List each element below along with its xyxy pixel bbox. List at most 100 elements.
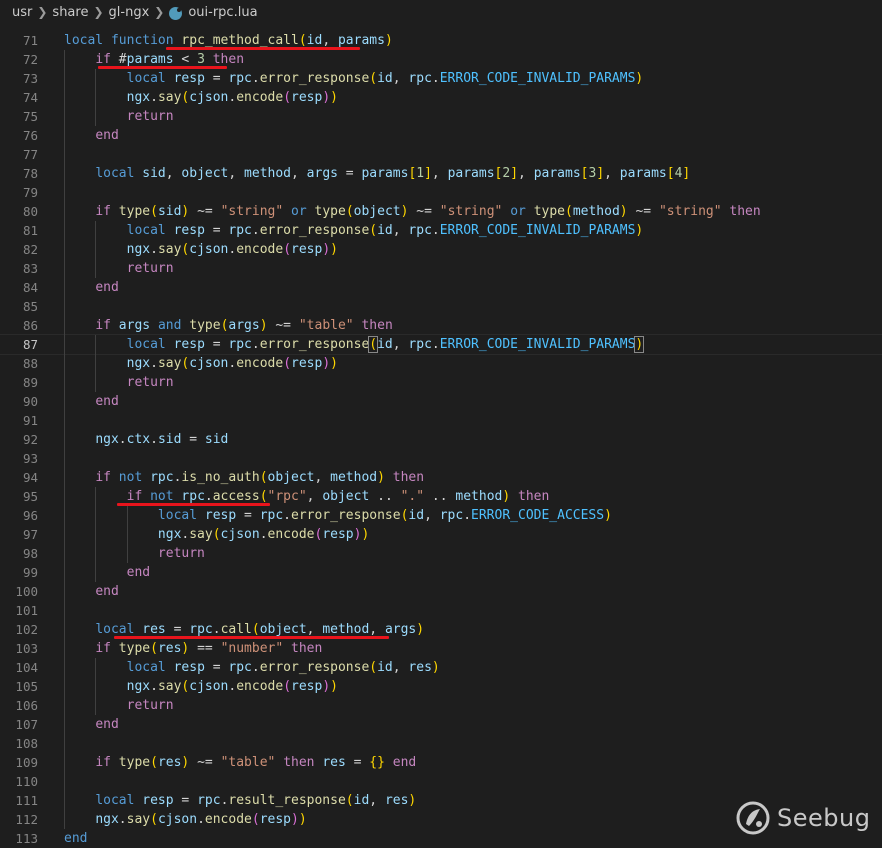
code-line[interactable]: 92 ngx.ctx.sid = sid	[0, 430, 882, 449]
code-token: rpc	[228, 660, 252, 675]
code-token: (	[368, 336, 379, 353]
code-line[interactable]: 110	[0, 772, 882, 791]
breadcrumb-item-file[interactable]: oui-rpc.lua	[188, 5, 257, 20]
code-line[interactable]: 98 return	[0, 544, 882, 563]
code-line[interactable]: 89 return	[0, 373, 882, 392]
code-token: .	[431, 223, 440, 238]
code-token: type	[314, 204, 346, 219]
code-text: return	[64, 544, 205, 563]
code-line[interactable]: 73 local resp = rpc.error_response(id, r…	[0, 69, 882, 88]
code-text: ngx.say(cjson.encode(resp))	[64, 240, 338, 259]
code-token: sid	[157, 204, 182, 219]
code-line[interactable]: 76 end	[0, 126, 882, 145]
code-line[interactable]: 93	[0, 449, 882, 468]
code-line[interactable]: 80 if type(sid) ~= "string" or type(obje…	[0, 202, 882, 221]
code-line[interactable]: 75 return	[0, 107, 882, 126]
code-text: end	[64, 563, 150, 582]
code-token: ]	[596, 166, 605, 181]
code-line[interactable]: 71 local function rpc_method_call(id, par…	[0, 31, 882, 50]
code-text: end	[64, 392, 118, 411]
code-token: say	[157, 679, 182, 694]
code-line[interactable]: 79	[0, 183, 882, 202]
code-text: if type(sid) ~= "string" or type(object)…	[64, 202, 760, 221]
code-token: ,	[306, 489, 323, 504]
code-text: local sid, object, method, args = params…	[64, 164, 690, 183]
breadcrumb-item-gl-ngx[interactable]: gl-ngx	[109, 5, 150, 20]
code-line[interactable]: 83 return	[0, 259, 882, 278]
breadcrumb-item-share[interactable]: share	[52, 5, 88, 20]
code-line[interactable]: 100 end	[0, 582, 882, 601]
code-token: id	[408, 508, 425, 523]
code-token: resp	[291, 242, 323, 257]
code-token: args	[228, 318, 260, 333]
code-token: rpc	[197, 793, 221, 808]
code-token: [	[666, 166, 675, 181]
code-token: )	[634, 336, 645, 353]
code-line[interactable]: 104 local resp = rpc.error_response(id, …	[0, 658, 882, 677]
code-line[interactable]: 88 ngx.say(cjson.encode(resp))	[0, 354, 882, 373]
code-token: "table"	[298, 318, 354, 333]
breadcrumb-item-usr[interactable]: usr	[12, 5, 32, 20]
code-token: error_response	[259, 660, 370, 675]
line-number: 89	[22, 375, 38, 390]
code-line[interactable]: 101	[0, 601, 882, 620]
code-token: resp	[322, 527, 354, 542]
code-token: rpc	[228, 71, 252, 86]
code-token: "number"	[220, 641, 284, 656]
code-line[interactable]: 82 ngx.say(cjson.encode(resp))	[0, 240, 882, 259]
code-line[interactable]: 105 ngx.say(cjson.encode(resp))	[0, 677, 882, 696]
code-line[interactable]: 106 return	[0, 696, 882, 715]
code-line[interactable]: 97 ngx.say(cjson.encode(resp))	[0, 525, 882, 544]
code-line[interactable]: 86 if args and type(args) ~= "table" the…	[0, 316, 882, 335]
code-text: end	[64, 829, 87, 848]
code-line[interactable]: 87 local resp = rpc.error_response(id, r…	[0, 334, 882, 355]
code-line[interactable]: 109 if type(res) ~= "table" then res = {…	[0, 753, 882, 772]
code-line[interactable]: 99 end	[0, 563, 882, 582]
code-token: end	[95, 280, 119, 295]
code-token: (	[283, 356, 292, 371]
code-token: )	[635, 71, 644, 86]
code-token: rpc	[408, 337, 432, 352]
code-editor[interactable]: 71 local function rpc_method_call(id, par…	[0, 24, 882, 847]
line-number: 100	[15, 584, 38, 599]
code-token: rpc	[439, 508, 464, 523]
code-line[interactable]: 90 end	[0, 392, 882, 411]
line-number: 77	[22, 147, 38, 162]
code-token: ,	[314, 470, 331, 485]
code-token: error_response	[291, 508, 401, 523]
code-token: (	[345, 204, 354, 219]
code-line[interactable]: 103 if type(res) == "number" then	[0, 639, 882, 658]
line-number: 112	[15, 812, 38, 827]
code-line[interactable]: 81 local resp = rpc.error_response(id, r…	[0, 221, 882, 240]
code-token: {}	[369, 755, 385, 770]
code-line[interactable]: 107 end	[0, 715, 882, 734]
code-token: )	[322, 242, 331, 257]
code-token: =	[165, 622, 190, 637]
code-token: encode	[204, 812, 252, 827]
code-text: return	[64, 107, 174, 126]
code-line[interactable]: 74 ngx.say(cjson.encode(resp))	[0, 88, 882, 107]
code-token: if	[95, 470, 111, 485]
code-token: return	[126, 109, 174, 124]
code-line[interactable]: 96 local resp = rpc.error_response(id, r…	[0, 506, 882, 525]
code-line[interactable]: 78 local sid, object, method, args = par…	[0, 164, 882, 183]
code-token: object	[259, 622, 307, 637]
code-line[interactable]: 77	[0, 145, 882, 164]
annotation-underline	[166, 47, 360, 50]
code-line[interactable]: 91	[0, 411, 882, 430]
code-line[interactable]: 85	[0, 297, 882, 316]
code-token: end	[95, 717, 119, 732]
code-token: (	[283, 90, 292, 105]
code-line[interactable]: 84 end	[0, 278, 882, 297]
code-line[interactable]: 108	[0, 734, 882, 753]
code-line[interactable]: 94 if not rpc.is_no_auth(object, method)…	[0, 468, 882, 487]
